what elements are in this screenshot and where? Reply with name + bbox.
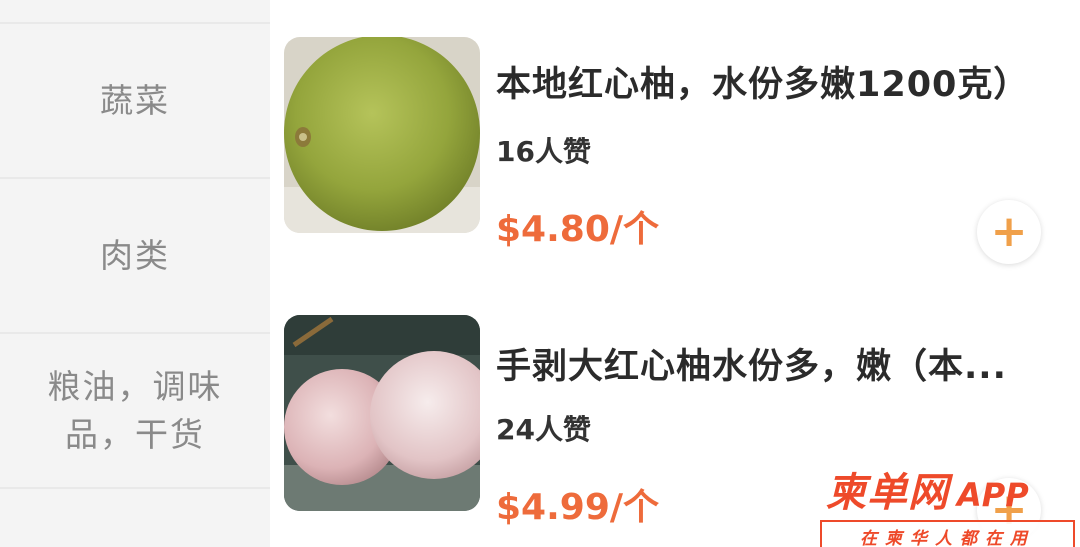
product-price: $4.80/个 bbox=[496, 209, 660, 250]
sidebar-item-label: 肉类 bbox=[100, 235, 170, 275]
sidebar-item-label: 粮油，调味品，干货 bbox=[47, 366, 223, 454]
product-image[interactable] bbox=[284, 37, 480, 233]
product-likes: 24人赞 bbox=[496, 413, 591, 446]
product-likes: 16人赞 bbox=[496, 135, 591, 168]
sidebar-item-grain-oil[interactable]: 粮油，调味品，干货 bbox=[0, 332, 270, 487]
watermark-app-label: APP bbox=[957, 476, 1029, 514]
peeled-pomelo-image bbox=[284, 315, 480, 511]
watermark-slogan: 在柬华人都在用 bbox=[820, 520, 1075, 547]
plus-icon: + bbox=[990, 206, 1028, 257]
pomelo-image bbox=[284, 37, 480, 233]
add-to-cart-button[interactable]: + bbox=[977, 200, 1041, 264]
app-root: 蔬菜 肉类 粮油，调味品，干货 本地红心柚，水份多嫩1200克） 16人赞 $4… bbox=[0, 0, 1080, 547]
sidebar-item-next[interactable] bbox=[0, 487, 270, 547]
product-image[interactable] bbox=[284, 315, 480, 511]
watermark-logo: 柬单网 bbox=[826, 470, 949, 516]
sidebar-item-label: 蔬菜 bbox=[100, 80, 170, 120]
product-price: $4.99/个 bbox=[496, 487, 660, 528]
watermark-header: 柬单网 APP bbox=[820, 460, 1075, 518]
sidebar-item-vegetables[interactable]: 蔬菜 bbox=[0, 22, 270, 177]
product-title[interactable]: 手剥大红心柚水份多，嫩（本... bbox=[496, 338, 1056, 389]
sidebar-item-meat[interactable]: 肉类 bbox=[0, 177, 270, 332]
product-title[interactable]: 本地红心柚，水份多嫩1200克） bbox=[496, 56, 1056, 107]
watermark: 柬单网 APP 在柬华人都在用 bbox=[820, 460, 1075, 547]
category-sidebar: 蔬菜 肉类 粮油，调味品，干货 bbox=[0, 0, 270, 547]
product-card[interactable]: 本地红心柚，水份多嫩1200克） 16人赞 $4.80/个 + bbox=[270, 0, 1080, 290]
